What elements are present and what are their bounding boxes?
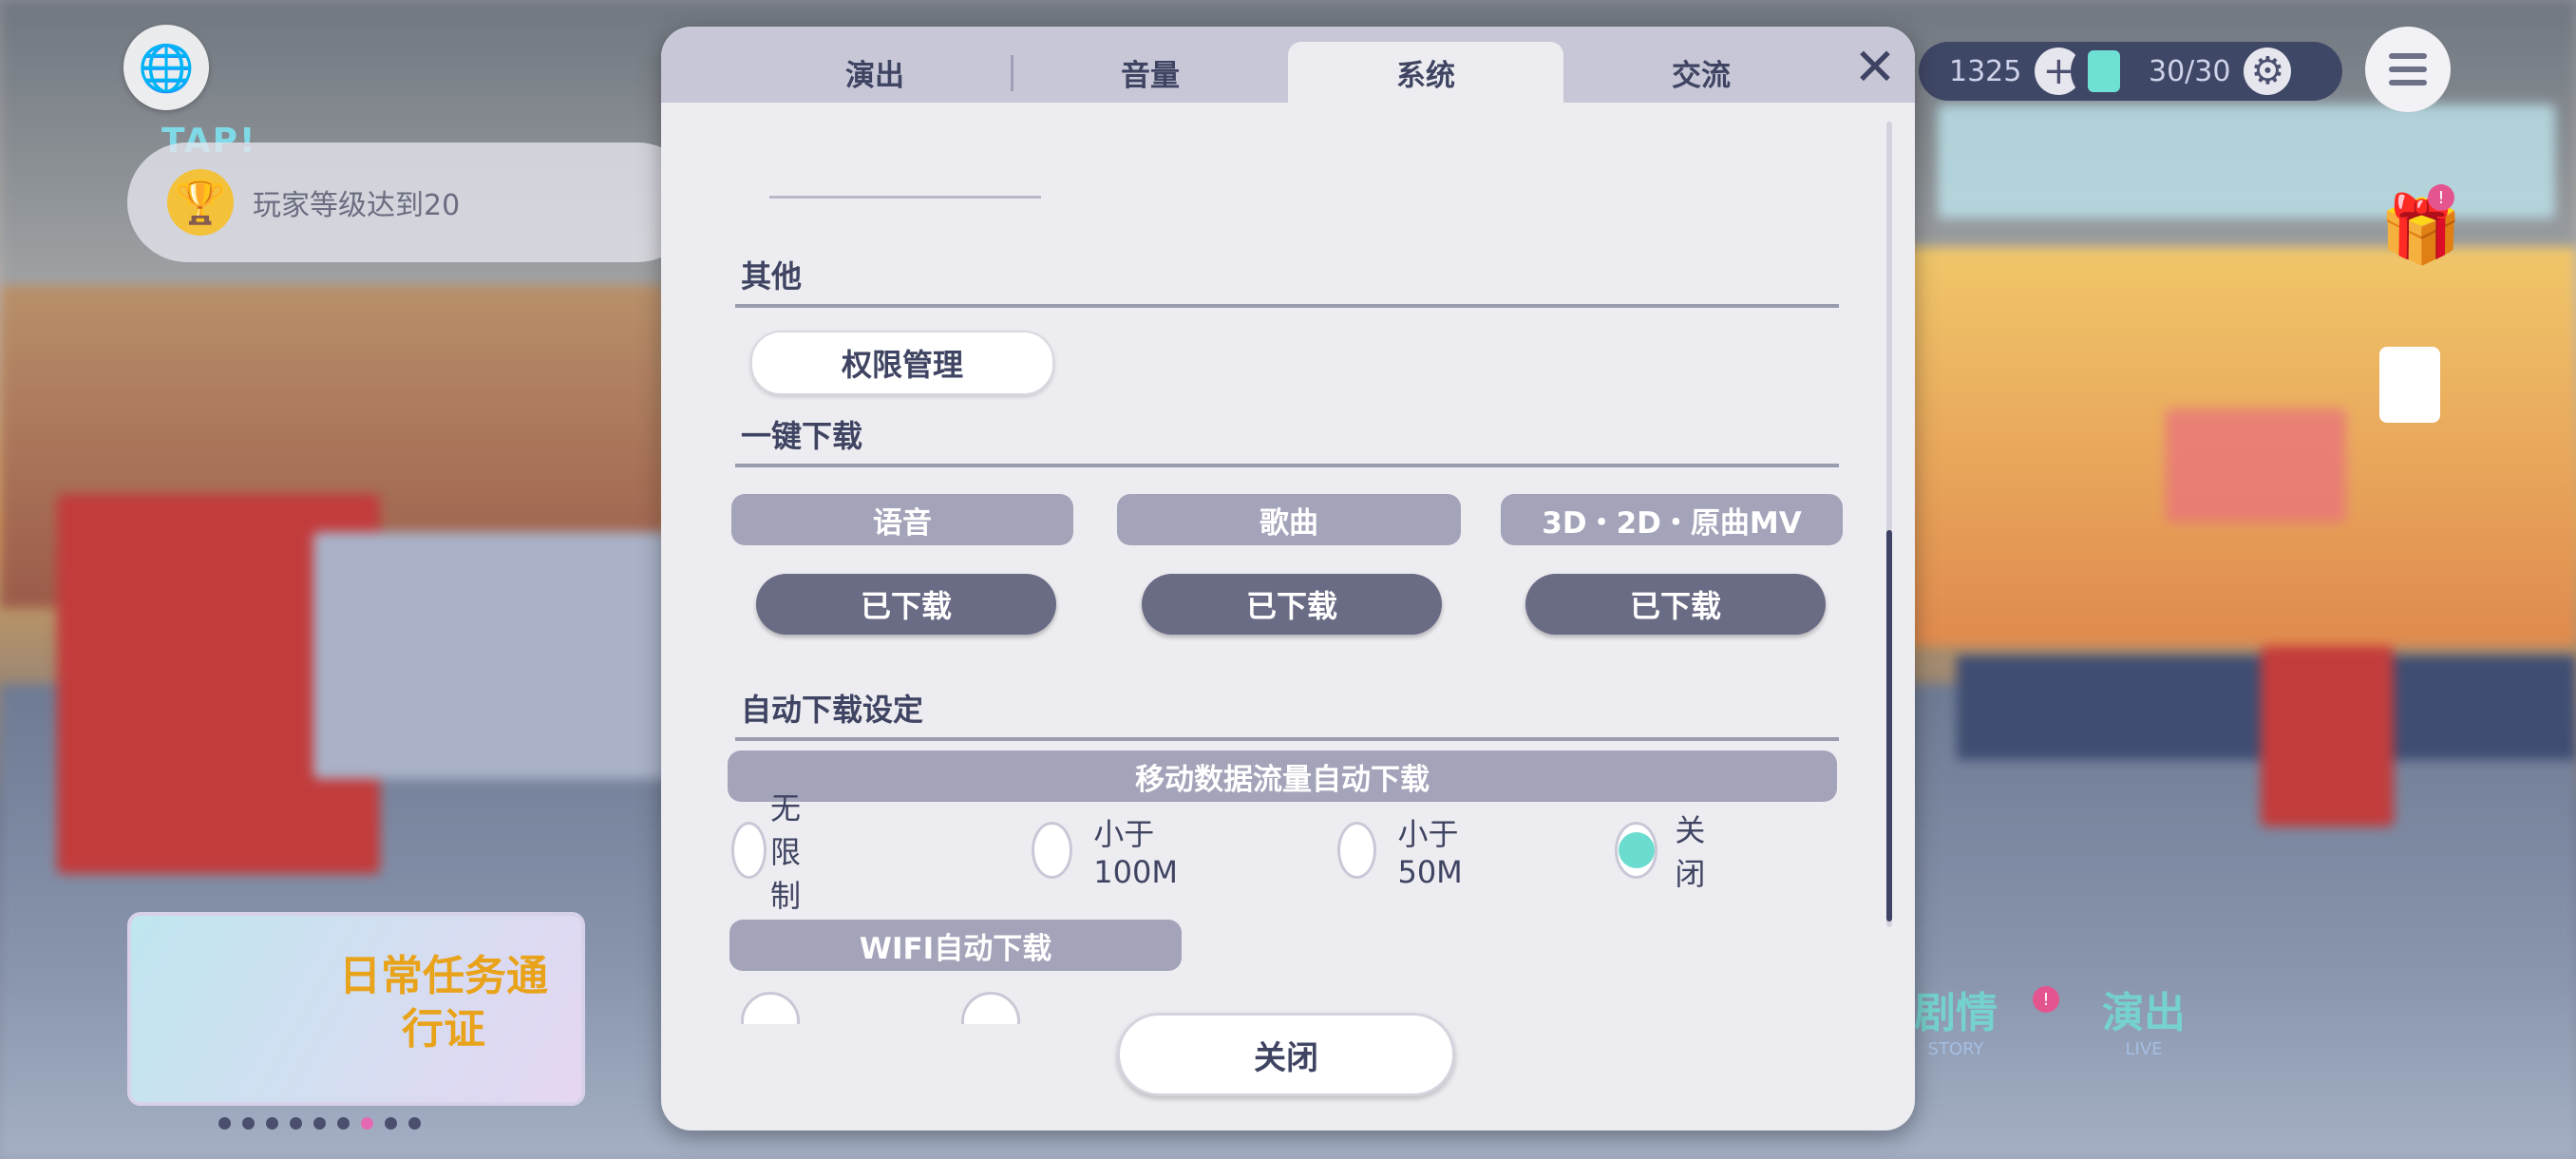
section-divider (735, 304, 1839, 308)
stamina-icon (2088, 50, 2120, 92)
download-mv-button[interactable]: 已下载 (1525, 574, 1826, 635)
nav-story-label: 剧情 (1914, 989, 1998, 1037)
menu-icon (2389, 53, 2427, 59)
mission-banner[interactable]: 🏆 玩家等级达到20 (127, 142, 697, 262)
radio-circle[interactable] (1337, 822, 1377, 879)
download-header-voice: 语音 (731, 494, 1073, 545)
globe-button[interactable]: 🌐 (123, 25, 209, 110)
gift-badge: ! (2428, 184, 2454, 211)
divider (769, 196, 1041, 199)
download-header-mv: 3D・2D・原曲MV (1501, 494, 1843, 545)
download-songs-button[interactable]: 已下载 (1142, 574, 1442, 635)
nav-live[interactable]: 演出 LIVE (2102, 978, 2186, 1059)
promo-dot[interactable] (361, 1117, 373, 1130)
stamina-value: 30/30 (2149, 54, 2231, 88)
promo-dot[interactable] (266, 1117, 278, 1130)
section-title-download: 一键下载 (741, 418, 863, 454)
radio-circle-selected[interactable] (1615, 822, 1658, 879)
radio-circle[interactable] (1032, 822, 1073, 879)
section-title-other: 其他 (741, 258, 803, 294)
trophy-icon: 🏆 (167, 169, 234, 236)
radio-label: 无限制 (769, 790, 801, 914)
promo-dot[interactable] (242, 1117, 255, 1130)
promo-banner[interactable]: 日常任务通行证 (127, 912, 585, 1106)
radio-label: 关闭 (1675, 812, 1706, 892)
section-title-auto-download: 自动下载设定 (741, 692, 924, 728)
scrollbar-thumb[interactable] (1886, 530, 1892, 922)
promo-dot[interactable] (337, 1117, 350, 1130)
promo-title: 日常任务通行证 (339, 952, 548, 1054)
tab-volume[interactable]: 音量 (1013, 42, 1288, 103)
menu-button[interactable] (2365, 27, 2451, 112)
radio-unlimited[interactable]: 无限制 (731, 790, 823, 914)
section-divider (735, 737, 1839, 741)
radio-label: 小于50M (1397, 816, 1463, 890)
radio-off[interactable]: 关闭 (1615, 812, 1719, 892)
bg-poster (2166, 408, 2346, 522)
nav-live-label: 演出 (2102, 989, 2186, 1037)
download-voice-button[interactable]: 已下载 (756, 574, 1056, 635)
story-badge: ! (2033, 986, 2059, 1013)
mission-text: 玩家等级达到20 (253, 189, 461, 222)
download-header-songs: 歌曲 (1117, 494, 1461, 545)
bg-shelf (2261, 646, 2394, 826)
nav-story[interactable]: 剧情 STORY (1914, 978, 1998, 1059)
bg-shelf (313, 532, 693, 779)
clipboard-icon[interactable] (2379, 347, 2440, 423)
nav-story-sub: STORY (1927, 1039, 1984, 1059)
promo-dots (218, 1117, 421, 1130)
settings-content: 其他 权限管理 一键下载 语音 歌曲 3D・2D・原曲MV 已下载 已下载 已下… (661, 103, 1915, 1024)
nav-live-sub: LIVE (2125, 1039, 2163, 1059)
promo-dot[interactable] (313, 1117, 326, 1130)
tab-performance[interactable]: 演出 (737, 42, 1013, 103)
settings-icon[interactable]: ⚙ (2244, 48, 2292, 95)
bg-banner (1938, 104, 2555, 218)
wifi-download-header: WIFI自动下载 (729, 920, 1182, 971)
tab-social[interactable]: 交流 (1563, 42, 1839, 103)
section-divider (735, 464, 1839, 467)
radio-circle[interactable] (731, 822, 767, 879)
tab-bar: 演出 音量 系统 交流 ✕ (661, 27, 1915, 103)
menu-icon-bar (2389, 80, 2427, 86)
radio-selected-dot (1618, 832, 1655, 868)
mobile-download-header: 移动数据流量自动下载 (728, 750, 1837, 802)
close-button[interactable]: 关闭 (1117, 1013, 1455, 1096)
radio-under-100m[interactable]: 小于100M (1032, 816, 1194, 890)
promo-dot[interactable] (290, 1117, 302, 1130)
radio-circle[interactable] (961, 992, 1020, 1024)
menu-icon-bar (2389, 66, 2427, 72)
close-icon[interactable]: ✕ (1848, 37, 1902, 97)
radio-label: 小于100M (1093, 816, 1178, 890)
settings-dialog: 演出 音量 系统 交流 ✕ 其他 权限管理 一键下载 语音 歌曲 3D・2D・原… (661, 27, 1915, 1130)
radio-circle[interactable] (741, 992, 800, 1024)
promo-dot[interactable] (385, 1117, 397, 1130)
tab-system[interactable]: 系统 (1288, 42, 1563, 103)
radio-under-50m[interactable]: 小于50M (1337, 816, 1480, 890)
promo-dot[interactable] (218, 1117, 231, 1130)
globe-icon: 🌐 (138, 41, 195, 95)
permission-button[interactable]: 权限管理 (750, 331, 1054, 395)
promo-dot[interactable] (408, 1117, 421, 1130)
coin-value: 1325 (1949, 54, 2022, 88)
stamina-counter: 30/30 ⚙ (2071, 42, 2342, 101)
